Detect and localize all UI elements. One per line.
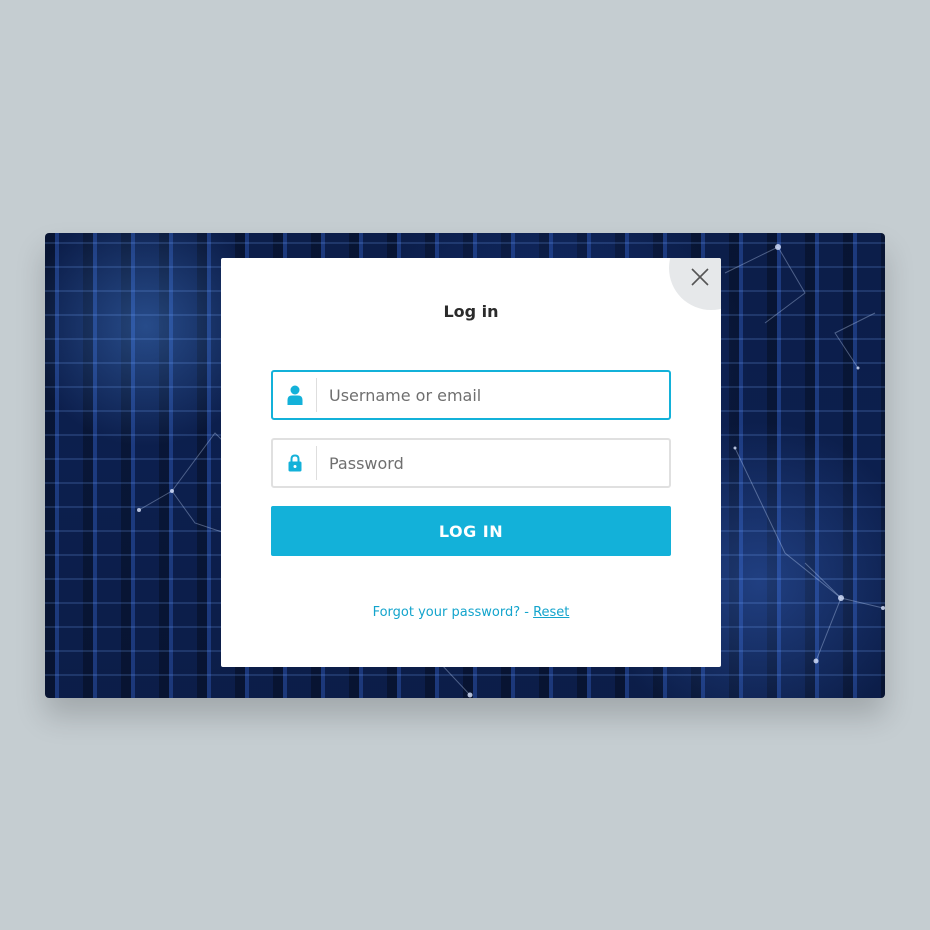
password-icon-box: [273, 446, 317, 480]
forgot-password-row: Forgot your password? - Reset: [221, 605, 721, 620]
login-button[interactable]: LOG IN: [271, 506, 671, 556]
forgot-password-text: Forgot your password? -: [372, 605, 534, 620]
username-icon-box: [273, 378, 317, 412]
username-field[interactable]: [271, 370, 671, 420]
password-input[interactable]: [329, 440, 659, 486]
password-field[interactable]: [271, 438, 671, 488]
lock-icon: [288, 454, 301, 472]
username-input[interactable]: [329, 372, 659, 418]
modal-title: Log in: [443, 302, 499, 321]
login-modal: Log in LOG IN Forgot your password? - Re…: [221, 258, 721, 667]
reset-link[interactable]: Reset: [533, 605, 569, 620]
user-icon: [287, 385, 302, 405]
close-icon[interactable]: [691, 268, 709, 286]
